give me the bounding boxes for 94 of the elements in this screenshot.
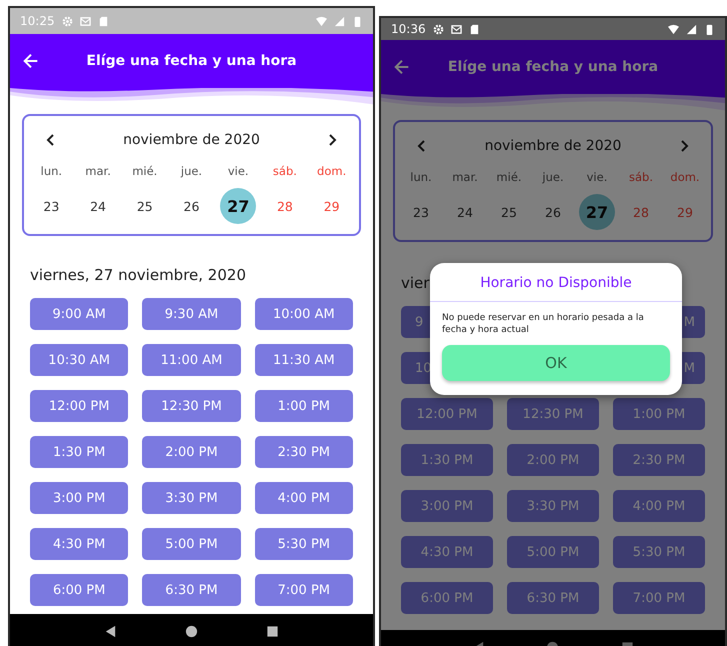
- recents-icon[interactable]: [266, 624, 279, 638]
- time-slot-button[interactable]: 5:00 PM: [507, 536, 599, 568]
- calendar-day[interactable]: 26: [173, 188, 210, 224]
- time-slot-button[interactable]: 9:30 AM: [142, 298, 241, 330]
- sd-card-icon: [468, 24, 480, 34]
- calendar-day[interactable]: 25: [491, 194, 527, 230]
- dialog-title: Horario no Disponible: [430, 263, 682, 302]
- time-slot-button[interactable]: 6:00 PM: [401, 582, 493, 614]
- back-arrow-icon[interactable]: [393, 58, 411, 76]
- time-slot-button[interactable]: 12:00 PM: [30, 390, 128, 422]
- time-slot-button[interactable]: 12:30 PM: [507, 398, 599, 430]
- sd-card-icon: [98, 16, 109, 26]
- mail-icon: [450, 24, 462, 34]
- time-slot-button[interactable]: 3:30 PM: [142, 482, 241, 514]
- back-icon[interactable]: [104, 624, 117, 638]
- time-slot-button[interactable]: 2:00 PM: [142, 436, 241, 468]
- calendar-day[interactable]: 23: [33, 188, 70, 224]
- time-slot-button[interactable]: 4:30 PM: [401, 536, 493, 568]
- time-slot-button[interactable]: 2:30 PM: [254, 436, 353, 468]
- calendar-day[interactable]: 28: [266, 188, 303, 224]
- previous-month-icon[interactable]: [46, 133, 56, 147]
- weekday-label: jue.: [180, 164, 204, 180]
- calendar-day[interactable]: 27: [220, 188, 256, 224]
- time-slot-button[interactable]: 9:00 AM: [30, 298, 128, 330]
- calendar-day[interactable]: 26: [535, 194, 571, 230]
- battery-icon: [352, 16, 363, 26]
- time-slot-button[interactable]: 1:00 PM: [254, 390, 353, 422]
- selected-date-heading: vier: [401, 274, 430, 292]
- weekday-label: mié.: [495, 170, 523, 186]
- time-slot-button[interactable]: 5:30 PM: [613, 536, 705, 568]
- time-slot-button[interactable]: 4:00 PM: [254, 482, 353, 514]
- calendar-day[interactable]: 25: [126, 188, 163, 224]
- time-slot-button[interactable]: 3:30 PM: [507, 490, 599, 522]
- wifi-icon: [668, 24, 679, 34]
- weekday-label: mar.: [84, 164, 112, 180]
- time-slot-button[interactable]: 7:00 PM: [613, 582, 705, 614]
- status-time: 10:36: [391, 22, 426, 36]
- time-slot-button[interactable]: 1:30 PM: [30, 436, 128, 468]
- time-slot-button[interactable]: 11:00 AM: [142, 344, 241, 376]
- weekday-label: sáb.: [628, 170, 654, 186]
- time-slot-button[interactable]: 1:30 PM: [401, 444, 493, 476]
- ok-button[interactable]: OK: [442, 345, 670, 382]
- calendar-day[interactable]: 27: [579, 194, 615, 230]
- selected-date-heading: viernes, 27 noviembre, 2020: [30, 266, 246, 284]
- next-month-icon[interactable]: [327, 133, 337, 147]
- calendar-day[interactable]: 24: [80, 188, 116, 224]
- status-time: 10:25: [20, 14, 55, 28]
- time-slot-button[interactable]: 3:00 PM: [401, 490, 493, 522]
- time-slot-button[interactable]: 7:00 PM: [254, 574, 353, 606]
- time-slot-button[interactable]: 6:30 PM: [507, 582, 599, 614]
- signal-icon: [334, 16, 345, 26]
- weekday-label: lun.: [40, 164, 64, 180]
- calendar-day[interactable]: 24: [447, 194, 483, 230]
- time-slot-button[interactable]: 2:30 PM: [613, 444, 705, 476]
- screen-title: Elíge una fecha y una hora: [85, 53, 298, 69]
- weekday-label: dom.: [316, 164, 348, 180]
- gear-icon: [62, 16, 73, 26]
- time-slot-button[interactable]: 2:00 PM: [507, 444, 599, 476]
- dialog-message: No puede reservar en un horario pesada a la fecha y hora actual: [441, 312, 645, 338]
- signal-icon: [686, 24, 697, 34]
- time-slot-button[interactable]: 5:00 PM: [142, 528, 241, 560]
- time-slot-button[interactable]: 12:30 PM: [142, 390, 241, 422]
- weekday-label: jue.: [541, 170, 565, 186]
- calendar-day[interactable]: 29: [667, 194, 703, 230]
- wifi-icon: [316, 16, 327, 26]
- back-arrow-icon[interactable]: [22, 52, 40, 70]
- weekday-label: sáb.: [272, 164, 298, 180]
- calendar-day[interactable]: 23: [403, 194, 439, 230]
- time-slot-button[interactable]: 6:00 PM: [30, 574, 128, 606]
- time-slot-button[interactable]: 10:00 AM: [254, 298, 353, 330]
- weekday-label: dom.: [669, 170, 701, 186]
- screen-title: Elíge una fecha y una hora: [446, 59, 660, 75]
- weekday-label: vie.: [586, 170, 608, 186]
- calendar-day[interactable]: 28: [623, 194, 659, 230]
- mail-icon: [80, 16, 91, 26]
- time-slot-button[interactable]: 4:00 PM: [613, 490, 705, 522]
- month-title: noviembre de 2020: [123, 132, 260, 148]
- time-slot-button[interactable]: 5:30 PM: [254, 528, 353, 560]
- battery-icon: [704, 24, 715, 34]
- calendar-day[interactable]: 29: [314, 188, 350, 224]
- weekday-label: mié.: [131, 164, 158, 180]
- time-slot-button[interactable]: 10:30 AM: [30, 344, 128, 376]
- month-title: noviembre de 2020: [484, 138, 622, 154]
- time-slot-button[interactable]: 11:30 AM: [254, 344, 353, 376]
- time-slot-button[interactable]: 4:30 PM: [30, 528, 128, 560]
- home-icon[interactable]: [185, 624, 198, 638]
- time-slot-button[interactable]: 1:00 PM: [613, 398, 705, 430]
- weekday-label: mar.: [451, 170, 479, 186]
- weekday-label: lun.: [409, 170, 433, 186]
- weekday-label: vie.: [226, 164, 250, 180]
- time-slot-button[interactable]: 12:00 PM: [401, 398, 493, 430]
- time-slot-button[interactable]: 3:00 PM: [30, 482, 128, 514]
- gear-icon: [432, 24, 444, 34]
- time-slot-button[interactable]: 6:30 PM: [142, 574, 241, 606]
